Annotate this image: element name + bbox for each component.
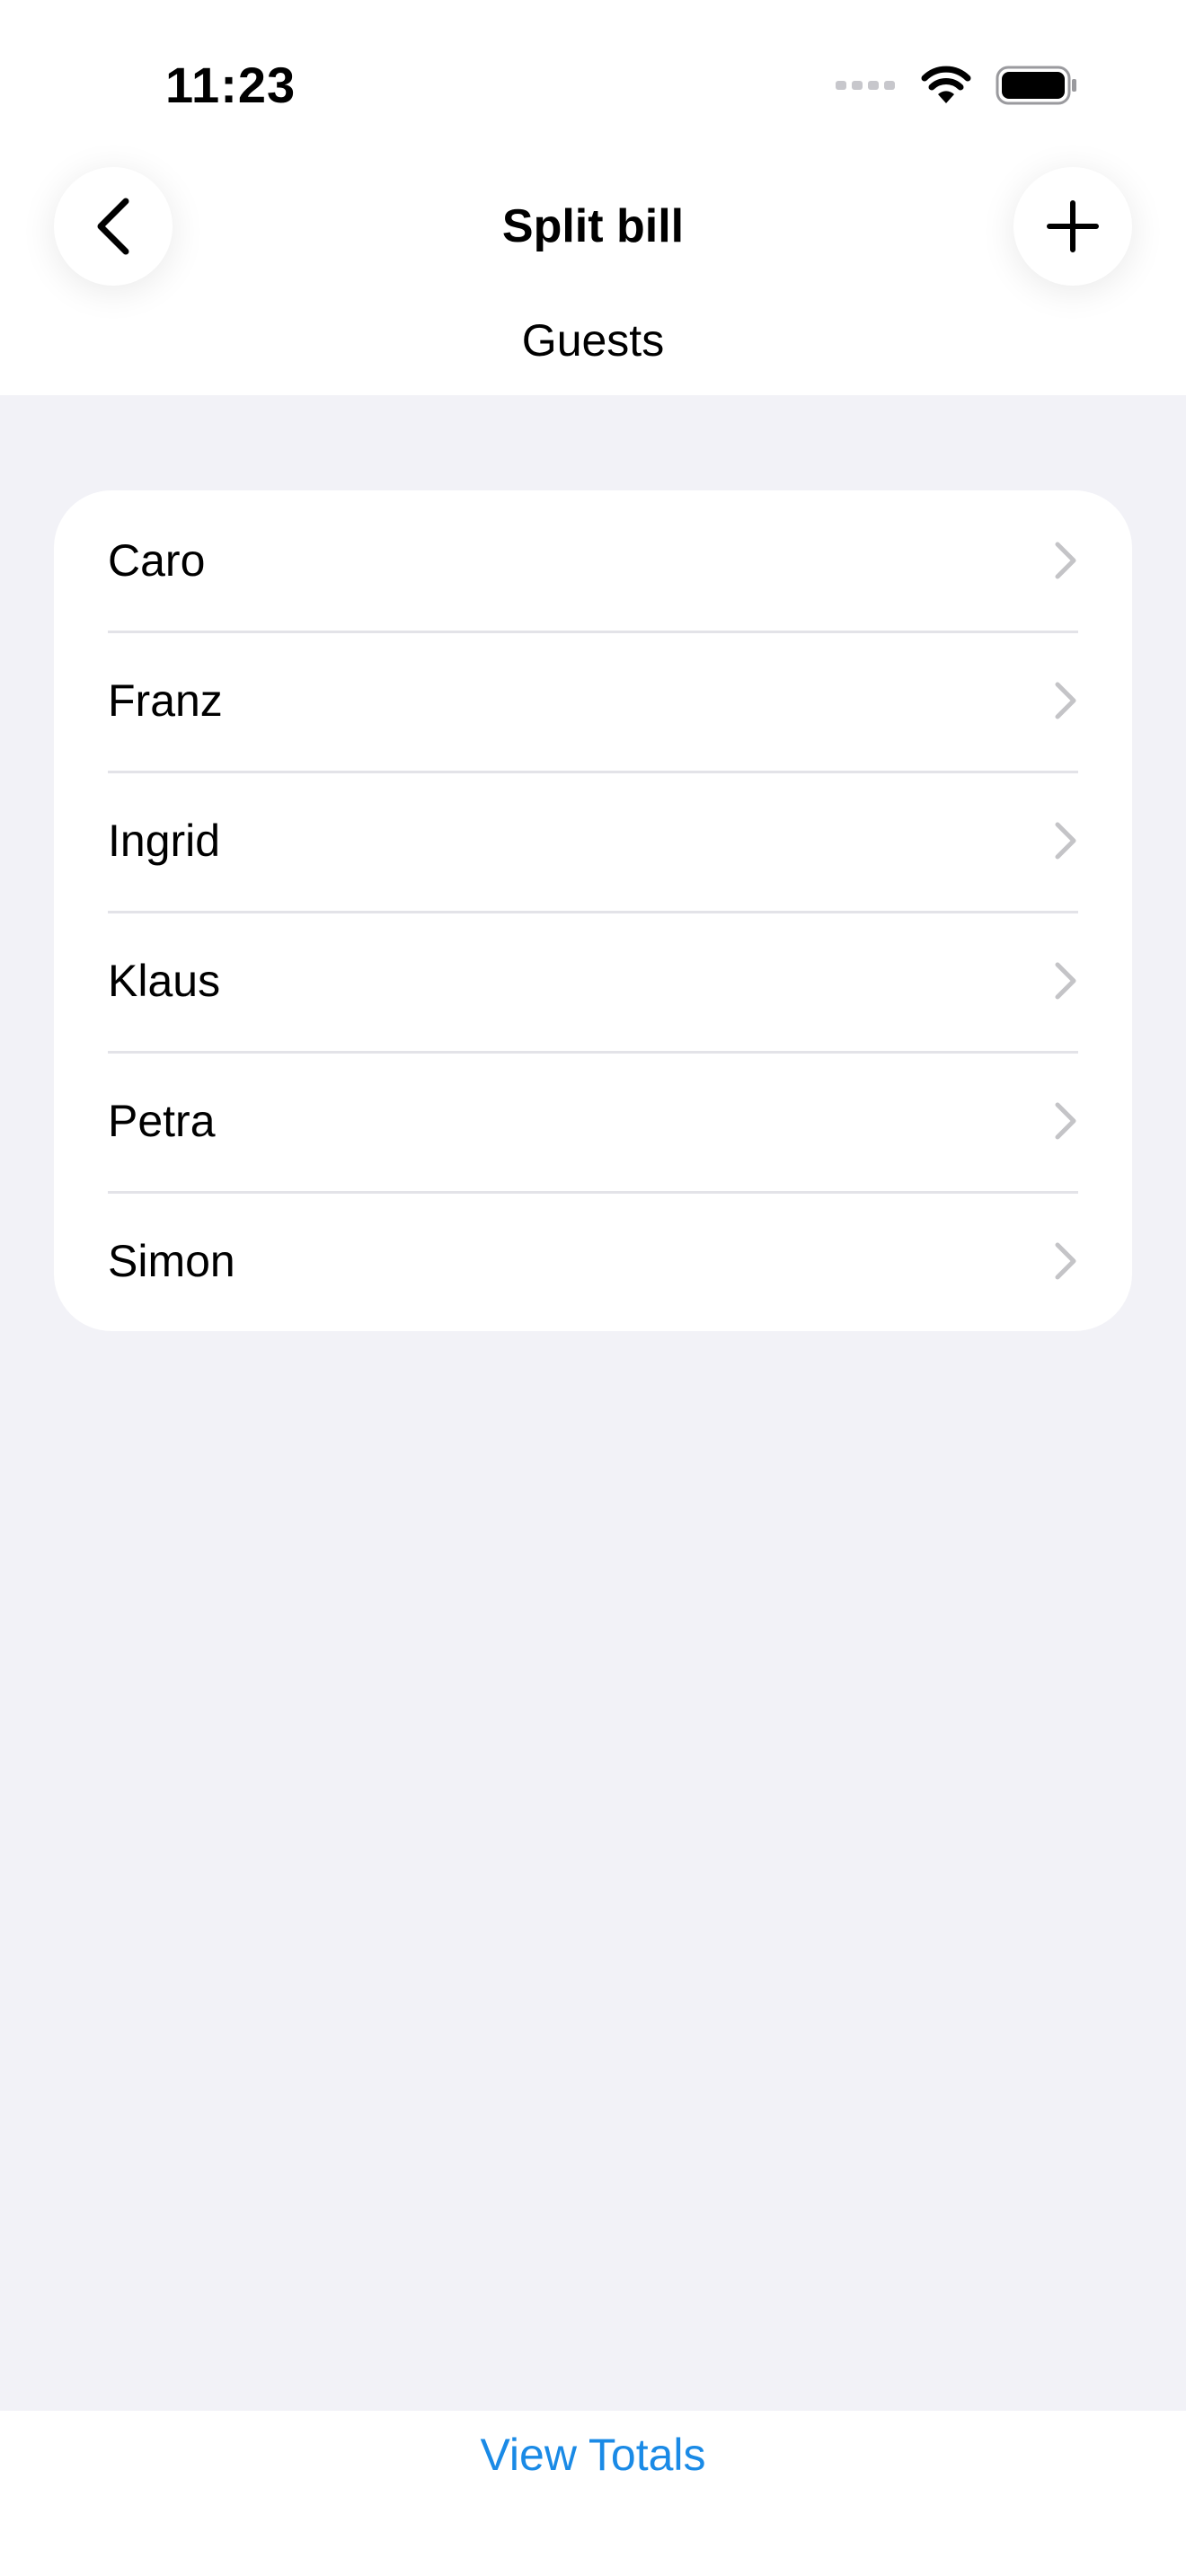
status-time: 11:23	[165, 57, 296, 113]
list-item[interactable]: Franz	[54, 631, 1132, 771]
guest-name: Ingrid	[108, 816, 221, 866]
battery-icon	[996, 66, 1076, 105]
chevron-right-icon	[1055, 542, 1076, 579]
list-item[interactable]: Petra	[54, 1051, 1132, 1191]
chevron-right-icon	[1055, 1102, 1076, 1140]
page-title: Split bill	[501, 200, 685, 252]
guest-name: Klaus	[108, 956, 221, 1006]
chevron-right-icon	[1055, 682, 1076, 719]
chevron-right-icon	[1055, 962, 1076, 1000]
guest-name: Petra	[108, 1096, 216, 1146]
status-indicators	[836, 63, 1078, 108]
view-totals-button[interactable]: View Totals	[0, 2429, 1186, 2481]
guest-name: Franz	[108, 675, 223, 726]
cellular-signal-icon	[836, 81, 895, 90]
guest-name: Caro	[108, 535, 206, 586]
wifi-icon	[921, 66, 971, 103]
section-header-guests: Guests	[521, 315, 665, 366]
list-item[interactable]: Klaus	[54, 911, 1132, 1051]
list-item[interactable]: Simon	[54, 1191, 1132, 1331]
plus-icon	[1047, 200, 1099, 252]
chevron-right-icon	[1055, 822, 1076, 860]
add-guest-button[interactable]	[1013, 167, 1132, 286]
list-item[interactable]: Ingrid	[54, 771, 1132, 911]
chevron-right-icon	[1055, 1242, 1076, 1280]
list-item[interactable]: Caro	[54, 490, 1132, 631]
guest-list: Caro Franz Ingrid Klaus Petra Simon	[54, 490, 1132, 1331]
guest-name: Simon	[108, 1236, 235, 1286]
